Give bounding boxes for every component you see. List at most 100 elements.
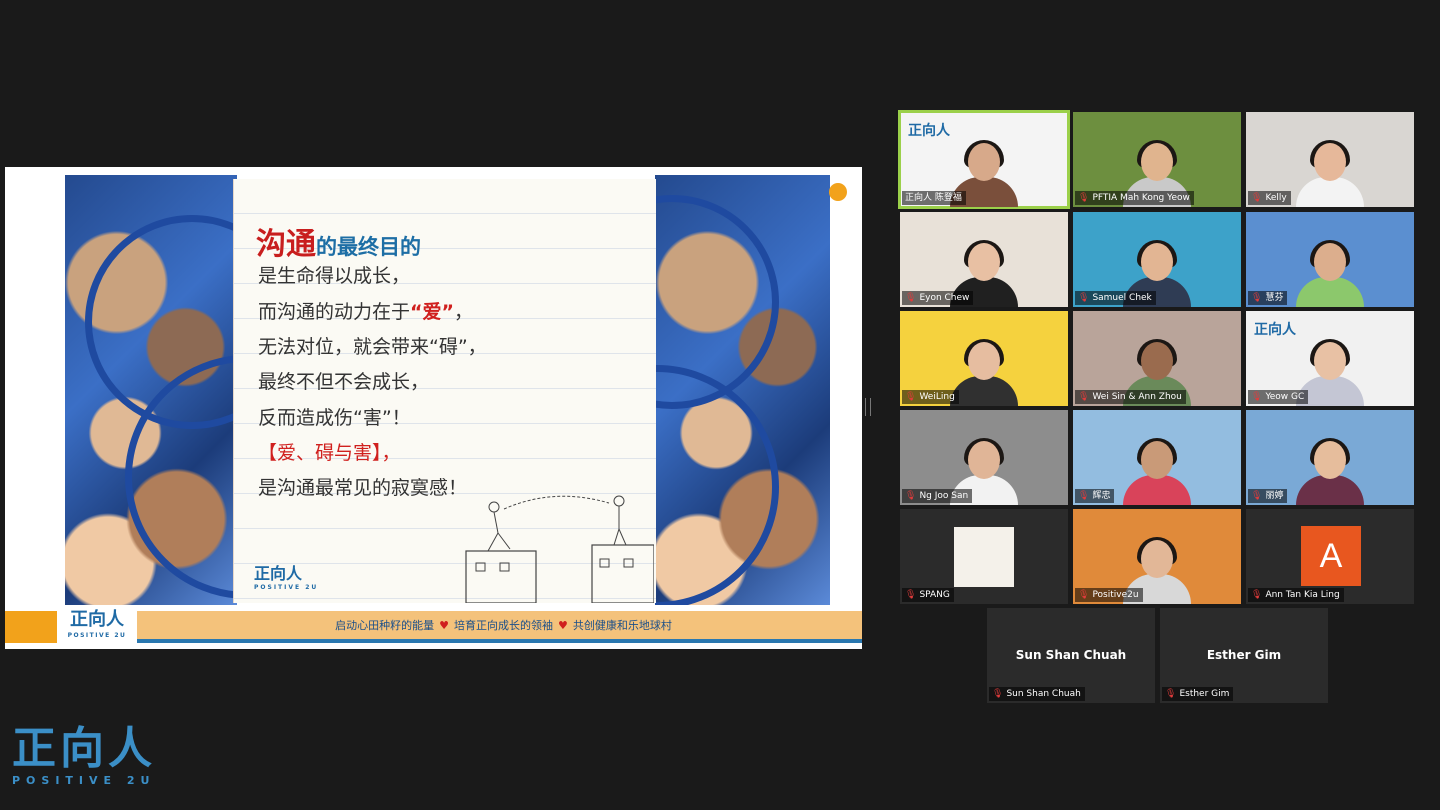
muted-mic-icon: 🎙 [1078,392,1090,402]
participant-name: Sun Shan Chuah [1006,689,1081,699]
muted-mic-icon: 🎙 [905,590,917,600]
participant-tile[interactable]: 🎙 Samuel Chek [1073,212,1241,307]
muted-mic-icon: 🎙 [1078,491,1090,501]
participant-tile[interactable]: Sun Shan Chuah 🎙 Sun Shan Chuah [987,608,1155,703]
participant-name: WeiLing [919,392,955,402]
participant-name: Samuel Chek [1092,293,1152,303]
participant-name: 慧芬 [1265,293,1284,303]
virtual-background-logo: 正向人 [1254,322,1296,338]
participant-name: Ng Joo San [919,491,969,501]
muted-mic-icon: 🎙 [905,293,917,303]
participant-nameplate: 🎙 辉忠 [1075,489,1115,503]
muted-mic-icon: 🎙 [905,491,917,501]
participant-tile[interactable]: 正向人 🎙 Yeow GC [1246,311,1414,406]
notebook-logo: 正向人 POSITIVE 2U [254,564,319,591]
slide-line: 无法对位，就会带来“碍”， [258,336,487,358]
participant-nameplate: 🎙 Yeow GC [1248,390,1309,404]
slide-line: 【爱、碍与害】， [258,442,401,464]
participant-tile[interactable]: 🎙 Ng Joo San [900,410,1068,505]
decorative-dot [829,183,847,201]
banner-slogan: 启动心田种籽的能量 ♥ 培育正向成长的领袖 ♥ 共创健康和乐地球村 [335,619,672,632]
participant-nameplate: 🎙 Ng Joo San [902,489,973,503]
muted-mic-icon: 🎙 [1251,491,1263,501]
avatar: A [1301,526,1361,586]
participant-name: PFTIA Mah Kong Yeow [1092,193,1190,203]
muted-mic-icon: 🎙 [1078,590,1090,600]
participant-tile[interactable]: 🎙 Eyon Chew [900,212,1068,307]
participant-video [1296,438,1364,505]
banner-accent [5,611,57,643]
participant-video [1296,140,1364,207]
participant-tile[interactable]: 🎙 WeiLing [900,311,1068,406]
participant-tile[interactable]: 🎙 PFTIA Mah Kong Yeow [1073,112,1241,207]
participant-name: Positive2u [1092,590,1139,600]
participant-name: Eyon Chew [919,293,970,303]
split-view-handle[interactable] [865,398,871,416]
participant-display-name: Esther Gim [1206,648,1282,662]
faces-collage-right [655,175,830,605]
participant-tile[interactable]: 🎙 SPANG [900,509,1068,604]
slide-line: 是沟通最常见的寂寞感！ [258,477,468,499]
slide-title: 沟通的最终目的 [256,219,421,263]
participant-nameplate: 🎙 丽婷 [1248,489,1288,503]
participant-nameplate: 🎙 PFTIA Mah Kong Yeow [1075,191,1194,205]
participant-tile[interactable]: 🎙 丽婷 [1246,410,1414,505]
participant-nameplate: 正向人 陈登福 [902,191,966,205]
participant-tile[interactable]: 正向人正向人 陈登福 [898,110,1070,209]
participant-nameplate: 🎙 Positive2u [1075,588,1143,602]
participant-video [950,339,1018,406]
notebook-page: 沟通的最终目的 是生命得以成长， 而沟通的动力在于“爱”， 无法对位，就会带来“碍”… [233,179,656,603]
slide-line: 是生命得以成长， [258,265,411,287]
participant-tile[interactable]: A 🎙 Ann Tan Kia Ling [1246,509,1414,604]
slide-title-highlight: 沟通 [256,227,316,262]
participant-name: Esther Gim [1179,689,1230,699]
participant-tile[interactable]: 🎙 Kelly [1246,112,1414,207]
participant-name: Ann Tan Kia Ling [1265,590,1340,600]
participant-nameplate: 🎙 Eyon Chew [902,291,974,305]
profile-picture [954,527,1014,587]
banner-logo: 正向人 POSITIVE 2U [57,607,137,645]
participant-name: 辉忠 [1092,491,1111,501]
muted-mic-icon: 🎙 [1165,689,1177,699]
muted-mic-icon: 🎙 [1251,193,1263,203]
participant-name: SPANG [919,590,950,600]
muted-mic-icon: 🎙 [1251,392,1263,402]
slide-line: 最终不但不会成长， [258,371,430,393]
muted-mic-icon: 🎙 [1078,193,1090,203]
sketch-illustration [465,495,654,603]
participant-nameplate: 🎙 Kelly [1248,191,1291,205]
brand-logo: 正向人 POSITIVE 2U [12,723,156,788]
participant-tile[interactable]: 🎙 Positive2u [1073,509,1241,604]
participant-nameplate: 🎙 Ann Tan Kia Ling [1248,588,1344,602]
participant-nameplate: 🎙 慧芬 [1248,291,1288,305]
muted-mic-icon: 🎙 [1251,590,1263,600]
participant-tile[interactable]: 🎙 辉忠 [1073,410,1241,505]
participant-name: Wei Sin & Ann Zhou [1092,392,1182,402]
participant-name: 丽婷 [1265,491,1284,501]
participant-name: Kelly [1265,193,1287,203]
shared-slide: 沟通的最终目的 是生命得以成长， 而沟通的动力在于“爱”， 无法对位，就会带来“碍”… [5,167,862,649]
participant-display-name: Sun Shan Chuah [1015,648,1127,662]
participant-nameplate: 🎙 Sun Shan Chuah [989,687,1085,701]
muted-mic-icon: 🎙 [992,689,1004,699]
slide-line: 反而造成伤“害”！ [258,407,411,429]
slide-line: 而沟通的动力在于“爱”， [258,301,474,323]
muted-mic-icon: 🎙 [905,392,917,402]
participant-tile[interactable]: 🎙 Wei Sin & Ann Zhou [1073,311,1241,406]
participant-tile[interactable]: Esther Gim 🎙 Esther Gim [1160,608,1328,703]
participant-nameplate: 🎙 WeiLing [902,390,959,404]
participant-nameplate: 🎙 Wei Sin & Ann Zhou [1075,390,1186,404]
participant-tile[interactable]: 🎙 慧芬 [1246,212,1414,307]
muted-mic-icon: 🎙 [1251,293,1263,303]
muted-mic-icon: 🎙 [1078,293,1090,303]
participant-nameplate: 🎙 Samuel Chek [1075,291,1156,305]
participant-name: Yeow GC [1265,392,1305,402]
participant-nameplate: 🎙 Esther Gim [1162,687,1234,701]
slide-title-rest: 的最终目的 [316,235,421,259]
participant-video [1123,438,1191,505]
participant-video [1296,240,1364,307]
faces-collage-left [65,175,237,605]
participant-nameplate: 🎙 SPANG [902,588,954,602]
virtual-background-logo: 正向人 [908,123,950,139]
participant-name: 正向人 陈登福 [905,193,962,203]
